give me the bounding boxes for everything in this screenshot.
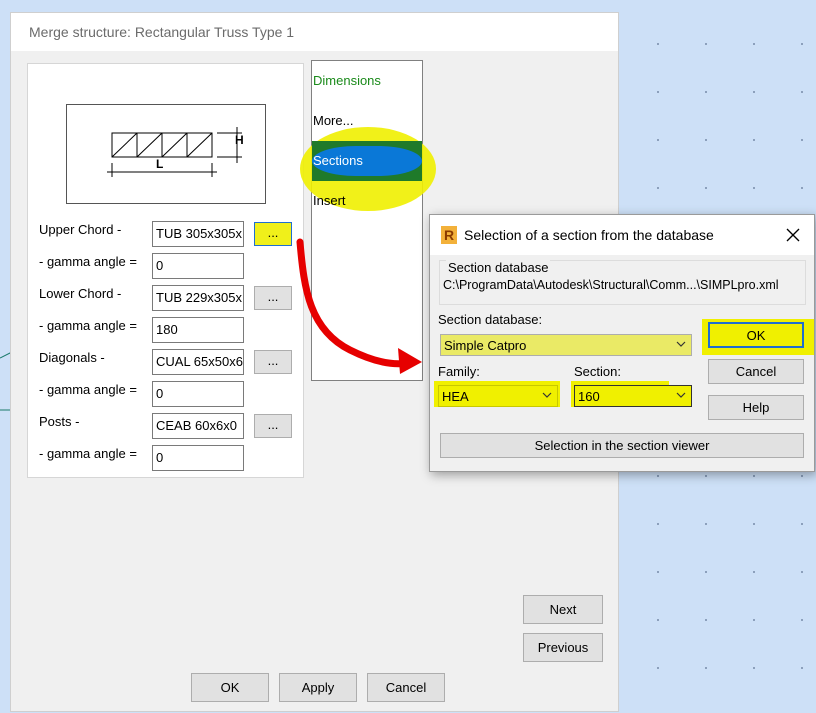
family-combo[interactable]: HEA	[438, 385, 558, 407]
previous-button[interactable]: Previous	[523, 633, 603, 662]
red-arrow-annotation	[296, 238, 422, 374]
upper-chord-label: Upper Chord -	[39, 222, 122, 237]
section-database-label: Section database:	[438, 312, 543, 327]
ok-button[interactable]: OK	[191, 673, 269, 702]
section-selection-dialog: R Selection of a section from the databa…	[429, 214, 815, 472]
dialog-title: Merge structure: Rectangular Truss Type …	[11, 13, 618, 51]
database-groupbox: Section database C:\ProgramData\Autodesk…	[439, 260, 806, 305]
cancel-button[interactable]: Cancel	[367, 673, 445, 702]
menu-item-sections[interactable]: Sections	[312, 153, 423, 173]
popup-cancel-button[interactable]: Cancel	[708, 359, 804, 384]
family-label: Family:	[438, 364, 480, 379]
lower-gamma-label: - gamma angle =	[39, 318, 137, 333]
diagonals-label: Diagonals -	[39, 350, 105, 365]
section-database-combo[interactable]: Simple Catpro	[440, 334, 692, 356]
menu-item-dimensions[interactable]: Dimensions	[312, 73, 423, 93]
height-label: H	[235, 133, 244, 147]
next-button[interactable]: Next	[523, 595, 603, 624]
posts-field[interactable]: CEAB 60x6x0	[152, 413, 244, 439]
diagonals-browse-button[interactable]: ...	[254, 350, 292, 374]
chevron-down-icon	[676, 341, 686, 347]
menu-item-insert[interactable]: Insert	[312, 193, 423, 213]
posts-browse-button[interactable]: ...	[254, 414, 292, 438]
posts-gamma-label: - gamma angle =	[39, 446, 137, 461]
popup-help-button[interactable]: Help	[708, 395, 804, 420]
lower-chord-field[interactable]: TUB 229x305x	[152, 285, 244, 311]
family-value: HEA	[442, 389, 469, 404]
svg-text:R: R	[444, 227, 454, 243]
length-label: L	[156, 157, 164, 171]
posts-label: Posts -	[39, 414, 80, 429]
popup-ok-button[interactable]: OK	[708, 322, 804, 348]
database-path: C:\ProgramData\Autodesk\Structural\Comm.…	[443, 278, 779, 292]
chevron-down-icon	[676, 392, 686, 398]
groupbox-label: Section database	[446, 260, 551, 275]
diagonals-field[interactable]: CUAL 65x50x6	[152, 349, 244, 375]
section-value: 160	[578, 389, 600, 404]
lower-chord-browse-button[interactable]: ...	[254, 286, 292, 310]
section-viewer-button[interactable]: Selection in the section viewer	[440, 433, 804, 458]
truss-diagram: H L	[66, 104, 266, 204]
chevron-down-icon	[542, 392, 552, 398]
section-combo[interactable]: 160	[574, 385, 692, 407]
popup-titlebar: R Selection of a section from the databa…	[430, 215, 814, 255]
upper-gamma-label: - gamma angle =	[39, 254, 137, 269]
lower-chord-label: Lower Chord -	[39, 286, 122, 301]
upper-chord-field[interactable]: TUB 305x305x	[152, 221, 244, 247]
section-label: Section:	[574, 364, 621, 379]
parameters-panel: H L Upper Chord - TUB 305x305x ... - gam…	[27, 63, 304, 478]
lower-gamma-field[interactable]: 180	[152, 317, 244, 343]
truss-drawing	[107, 127, 242, 177]
section-database-value: Simple Catpro	[444, 338, 527, 353]
diagonals-gamma-label: - gamma angle =	[39, 382, 137, 397]
posts-gamma-field[interactable]: 0	[152, 445, 244, 471]
popup-title: Selection of a section from the database	[464, 227, 714, 243]
diagonals-gamma-field[interactable]: 0	[152, 381, 244, 407]
revit-r-icon: R	[441, 226, 457, 244]
upper-gamma-field[interactable]: 0	[152, 253, 244, 279]
upper-chord-browse-button[interactable]: ...	[254, 222, 292, 246]
apply-button[interactable]: Apply	[279, 673, 357, 702]
close-icon[interactable]	[786, 228, 800, 242]
